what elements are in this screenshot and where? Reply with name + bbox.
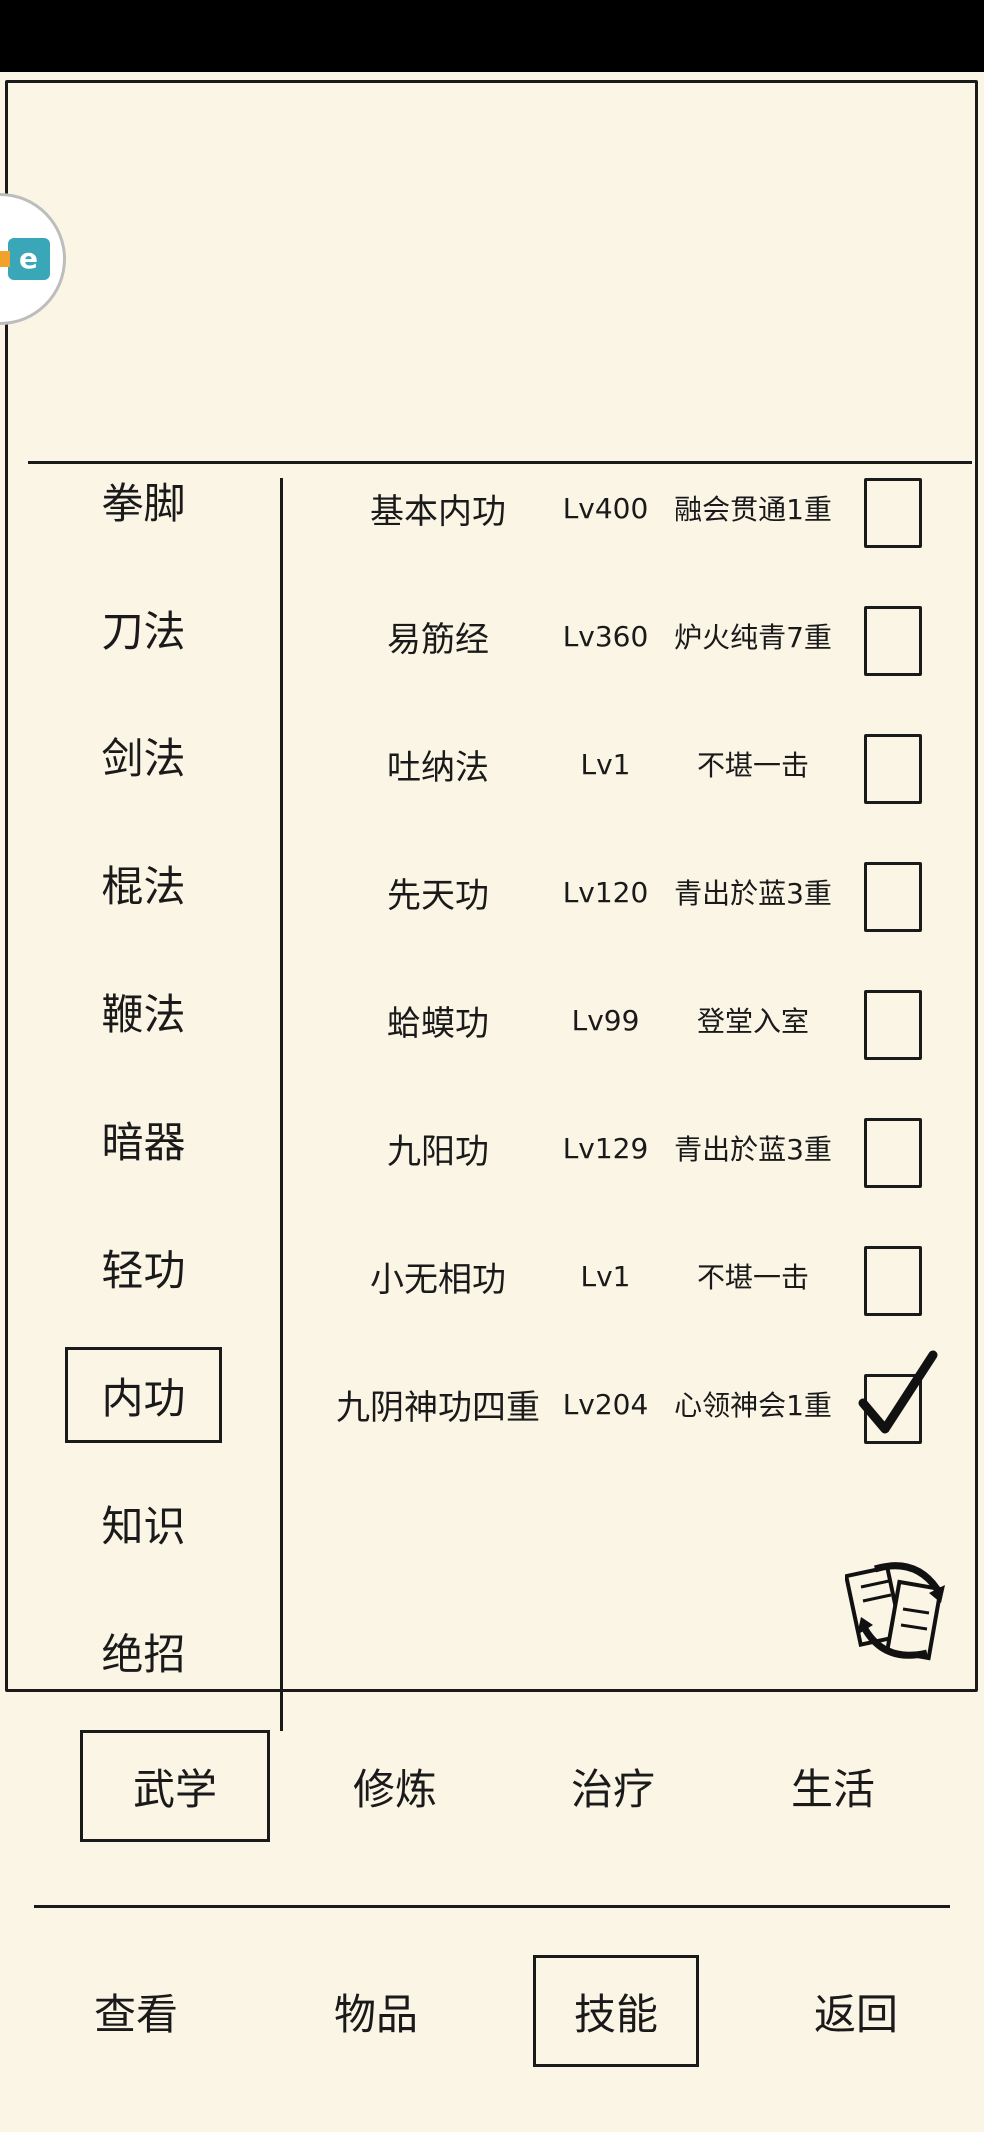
tab-shenghuo[interactable]: 生活 xyxy=(738,1730,928,1842)
skill-row[interactable]: 基本内功 Lv400 融会贯通1重 xyxy=(308,458,948,558)
skill-rank: 登堂入室 xyxy=(696,1005,809,1038)
skill-level: Lv1 xyxy=(580,747,631,781)
category-divider xyxy=(280,478,283,1731)
category-quanjiao[interactable]: 拳脚 xyxy=(65,452,222,548)
skill-checkbox[interactable] xyxy=(864,606,922,676)
skill-name: 小无相功 xyxy=(370,1259,506,1300)
category-anqi[interactable]: 暗器 xyxy=(65,1091,222,1187)
skill-checkbox[interactable] xyxy=(864,862,922,932)
nav-back-button[interactable]: 返回 xyxy=(773,1955,939,2067)
category-daofa[interactable]: 刀法 xyxy=(65,580,222,676)
skill-rank: 不堪一击 xyxy=(696,749,809,782)
skill-level: Lv120 xyxy=(562,875,649,909)
category-gunfa[interactable]: 棍法 xyxy=(65,835,222,931)
skill-level: Lv360 xyxy=(562,619,649,653)
nav-items-button[interactable]: 物品 xyxy=(293,1955,459,2067)
skill-row[interactable]: 九阴神功四重 Lv204 心领神会1重 xyxy=(308,1350,948,1454)
logo-glyph: e xyxy=(19,242,38,275)
skill-rank: 青出於蓝3重 xyxy=(674,1133,832,1166)
skill-name: 先天功 xyxy=(387,875,489,916)
skill-rank: 融会贯通1重 xyxy=(674,493,832,526)
category-zhishi[interactable]: 知识 xyxy=(65,1475,222,1571)
nav-view-button[interactable]: 查看 xyxy=(53,1955,219,2067)
swap-icon[interactable] xyxy=(845,1555,955,1665)
tab-wuxue[interactable]: 武学 xyxy=(80,1730,270,1842)
skill-name: 九阳功 xyxy=(387,1131,489,1172)
skill-row[interactable]: 吐纳法 Lv1 不堪一击 xyxy=(308,714,948,814)
skill-rank: 心领神会1重 xyxy=(674,1389,832,1422)
skill-rank: 炉火纯青7重 xyxy=(674,621,832,654)
nav-skills-button[interactable]: 技能 xyxy=(533,1955,699,2067)
skill-name: 九阴神功四重 xyxy=(336,1387,540,1428)
tab-xiulian[interactable]: 修炼 xyxy=(300,1730,490,1842)
skill-name: 基本内功 xyxy=(370,491,506,532)
skill-rank: 不堪一击 xyxy=(696,1261,809,1294)
category-bianfa[interactable]: 鞭法 xyxy=(65,963,222,1059)
category-jianfa[interactable]: 剑法 xyxy=(65,707,222,803)
skill-level: Lv204 xyxy=(562,1387,649,1421)
skill-name: 易筋经 xyxy=(387,619,489,660)
skill-row[interactable]: 蛤蟆功 Lv99 登堂入室 xyxy=(308,970,948,1070)
skill-name: 吐纳法 xyxy=(387,747,489,788)
skill-row[interactable]: 易筋经 Lv360 炉火纯青7重 xyxy=(308,586,948,686)
status-bar xyxy=(0,0,984,72)
skill-level: Lv99 xyxy=(571,1003,640,1037)
skill-name: 蛤蟆功 xyxy=(387,1003,489,1044)
skill-level: Lv400 xyxy=(562,491,649,525)
category-qinggong[interactable]: 轻功 xyxy=(65,1219,222,1315)
skill-level: Lv1 xyxy=(580,1259,631,1293)
skill-checkbox[interactable] xyxy=(864,1118,922,1188)
skill-checkbox-checked[interactable] xyxy=(858,1350,938,1444)
checkmark-icon xyxy=(858,1350,938,1434)
skill-level: Lv129 xyxy=(562,1131,649,1165)
skill-row[interactable]: 九阳功 Lv129 青出於蓝3重 xyxy=(308,1098,948,1198)
tab-zhiliao[interactable]: 治疗 xyxy=(518,1730,708,1842)
skill-checkbox[interactable] xyxy=(864,478,922,548)
skill-checkbox[interactable] xyxy=(864,990,922,1060)
category-neigong[interactable]: 内功 xyxy=(65,1347,222,1443)
skill-checkbox[interactable] xyxy=(864,1246,922,1316)
skill-rank: 青出於蓝3重 xyxy=(674,877,832,910)
skills-panel: 拳脚 刀法 剑法 棍法 鞭法 暗器 轻功 内功 知识 绝招 基本内功 Lv400… xyxy=(5,80,978,1731)
category-juezhao[interactable]: 绝招 xyxy=(65,1603,222,1699)
skill-checkbox[interactable] xyxy=(864,734,922,804)
skill-row[interactable]: 先天功 Lv120 青出於蓝3重 xyxy=(308,842,948,942)
skill-row[interactable]: 小无相功 Lv1 不堪一击 xyxy=(308,1226,948,1326)
bottom-divider xyxy=(34,1905,950,1908)
